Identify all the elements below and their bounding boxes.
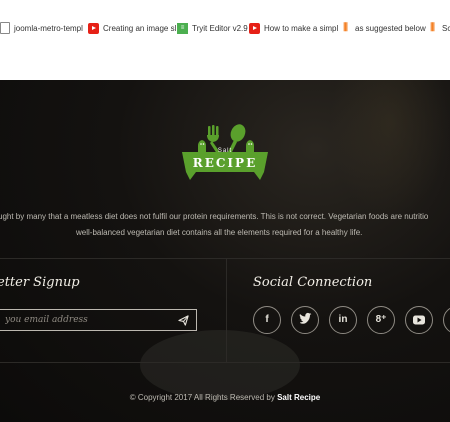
bookmark-tryit[interactable]: ≡ Tryit Editor v2.9 [177, 19, 248, 37]
bookmark-label: Scr [442, 23, 450, 33]
divider [0, 362, 450, 363]
page-icon [0, 22, 10, 34]
bookmark-label: Creating an image sl [103, 23, 177, 33]
logo-top-text: Salt [218, 148, 232, 154]
page-blank-area [0, 40, 450, 80]
facebook-icon: f [265, 314, 269, 325]
bookmark-creating-image[interactable]: Creating an image sl [88, 19, 176, 37]
site-footer: Salt RECIPE ught by many that a meatless… [0, 80, 450, 422]
bookmarks-bar: joomla-metro-templ Creating an image sl … [0, 0, 450, 41]
email-input[interactable] [5, 310, 165, 330]
twitter-icon [299, 312, 312, 324]
bookmark-label: Tryit Editor v2.9 [192, 23, 248, 33]
youtube-icon [249, 22, 260, 34]
about-text-line2: well-balanced vegetarian diet contains a… [76, 228, 363, 237]
bookmark-joomla[interactable]: joomla-metro-templ [0, 19, 83, 37]
salt-recipe-logo[interactable]: Salt RECIPE [178, 120, 272, 184]
linkedin-link[interactable]: in [329, 306, 357, 334]
copyright-brand-link[interactable]: Salt Recipe [277, 393, 320, 402]
linkedin-icon: in [338, 314, 348, 325]
bookmark-suggested[interactable]: ⫴ as suggested below [340, 19, 426, 37]
stackoverflow-icon: ⫴ [343, 21, 348, 34]
newsletter-heading: etter Signup [0, 275, 80, 290]
newsletter-form [0, 309, 197, 331]
tryit-icon: ≡ [177, 22, 188, 34]
bookmark-how-to[interactable]: How to make a simpl [249, 19, 338, 37]
logo-main-text: RECIPE [193, 156, 257, 170]
bookmark-label: joomla-metro-templ [14, 23, 83, 33]
divider [226, 258, 227, 362]
bookmark-scr[interactable]: ⫴ Scr [427, 19, 450, 37]
bookmark-label: How to make a simpl [264, 23, 339, 33]
youtube-link[interactable] [405, 306, 433, 334]
twitter-link[interactable] [291, 306, 319, 334]
about-text-line1: ught by many that a meatless diet does n… [0, 212, 429, 221]
youtube-icon [88, 22, 99, 34]
google-plus-icon: 8⁺ [375, 314, 387, 325]
bookmark-label: as suggested below [355, 23, 426, 33]
divider [0, 258, 450, 259]
more-social-link[interactable] [443, 306, 450, 334]
google-plus-link[interactable]: 8⁺ [367, 306, 395, 334]
stackoverflow-icon: ⫴ [430, 21, 435, 34]
facebook-link[interactable]: f [253, 306, 281, 334]
send-icon[interactable] [178, 315, 189, 326]
copyright: © Copyright 2017 All Rights Reserved by … [0, 393, 450, 402]
more-icon [444, 307, 450, 333]
social-heading: Social Connection [253, 275, 373, 290]
youtube-icon [413, 315, 425, 325]
copyright-text: © Copyright 2017 All Rights Reserved by [129, 393, 278, 402]
